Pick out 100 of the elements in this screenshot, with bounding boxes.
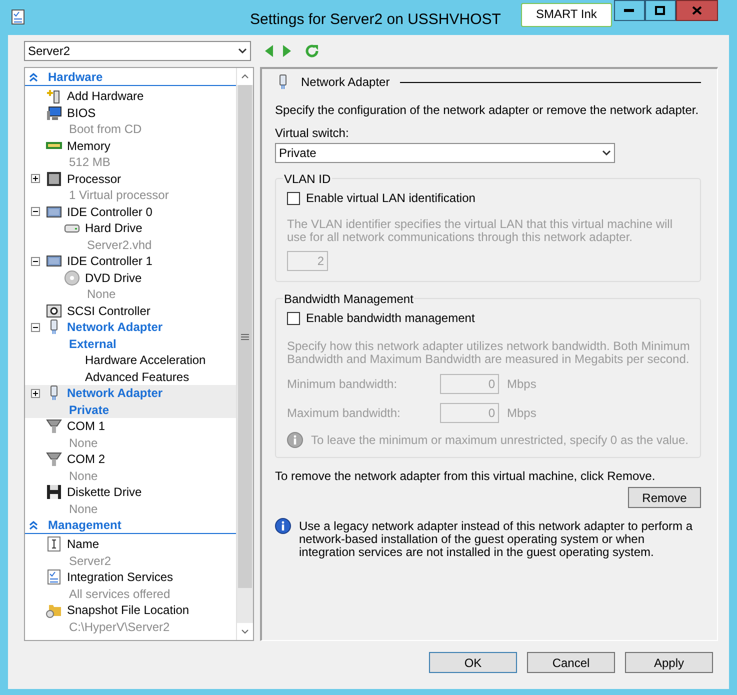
- scsi-icon: [46, 302, 62, 319]
- tree-item[interactable]: Add Hardware: [25, 88, 236, 104]
- item-label: Integration Services: [67, 569, 174, 586]
- dialog-button[interactable]: Apply: [625, 652, 713, 673]
- tree-item[interactable]: Snapshot File Location C:\HyperV\Server2: [25, 602, 236, 635]
- field-label: Minimum bandwidth:: [287, 376, 398, 393]
- item-label: SCSI Controller: [67, 302, 150, 320]
- virtual-switch-dropdown[interactable]: Private: [275, 143, 615, 163]
- item-label: Processor: [67, 170, 122, 188]
- info-text: Use a legacy network adapter instead of this network adapter to perform a network-based installation of the guest operating system or when integration services are not installed in the guest operating system.: [299, 518, 694, 559]
- bandwidth-note: To leave the minimum or maximum unrestricted, specify 0 as the value.: [311, 432, 688, 449]
- back-icon[interactable]: [265, 45, 273, 57]
- unit-label: Mbps: [507, 376, 536, 393]
- floppy-icon: [46, 484, 62, 500]
- item-label: Network Adapter: [67, 319, 163, 336]
- unit-label: Mbps: [507, 405, 536, 422]
- item-label: DVD Drive: [85, 270, 142, 287]
- info-icon: [275, 518, 291, 534]
- tree-item[interactable]: Processor 1 Virtual processor: [25, 170, 236, 204]
- tree-item[interactable]: Network Adapter Private: [25, 385, 236, 418]
- item-label: Network Adapter: [67, 385, 163, 402]
- controller-card-icon: [46, 204, 62, 220]
- item-label: Add Hardware: [67, 88, 144, 106]
- tree-item[interactable]: Diskette Drive None: [25, 484, 236, 517]
- item-detail: External: [69, 336, 116, 353]
- expand-icon[interactable]: [31, 388, 40, 398]
- item-label: Hard Drive: [85, 220, 142, 238]
- item-detail: All services offered: [69, 586, 170, 603]
- item-detail: 512 MB: [69, 154, 110, 172]
- section-header[interactable]: Hardware: [25, 69, 236, 86]
- item-detail: Server2: [69, 552, 112, 570]
- tree-item[interactable]: Hardware Acceleration: [25, 352, 236, 368]
- item-label: Hardware Acceleration: [85, 352, 206, 370]
- maximize-button[interactable]: [644, 0, 676, 21]
- settings-icon: [10, 9, 26, 25]
- checkbox-label: Enable bandwidth management: [306, 310, 475, 327]
- scroll-down-icon[interactable]: [241, 629, 249, 634]
- expand-icon[interactable]: [31, 174, 40, 184]
- remove-button[interactable]: Remove: [628, 487, 701, 508]
- refresh-icon[interactable]: [305, 44, 319, 58]
- tree-item[interactable]: COM 2 None: [25, 451, 236, 484]
- tree-item[interactable]: IDE Controller 1: [25, 253, 236, 270]
- item-label: Snapshot File Location: [67, 602, 190, 620]
- window-title: Settings for Server2 on USSHVHOST: [250, 10, 501, 30]
- scrollbar[interactable]: [236, 68, 253, 640]
- tree-item[interactable]: Name Server2: [25, 536, 236, 569]
- computer-icon: [46, 104, 62, 121]
- item-detail: Private: [69, 402, 110, 419]
- item-label: COM 2: [67, 451, 106, 468]
- item-label: Name: [67, 536, 100, 554]
- field-label: Maximum bandwidth:: [287, 405, 402, 422]
- item-label: COM 1: [67, 418, 106, 436]
- item-label: Advanced Features: [85, 368, 190, 386]
- item-detail: 1 Virtual processor: [69, 187, 169, 204]
- remove-text: To remove the network adapter from this virtual machine, click Remove.: [275, 468, 656, 485]
- collapse-icon[interactable]: [31, 322, 40, 332]
- item-detail: None: [69, 434, 98, 452]
- tree-item[interactable]: Advanced Features: [25, 368, 236, 385]
- disc-icon: [64, 270, 80, 286]
- dialog-button[interactable]: OK: [429, 652, 517, 673]
- tree-item[interactable]: BIOS Boot from CD: [25, 104, 236, 138]
- folder-icon: [46, 602, 62, 618]
- item-label: Diskette Drive: [67, 484, 142, 502]
- plug-star-icon: [46, 88, 62, 104]
- item-label: Memory: [67, 138, 110, 155]
- info-icon: [287, 432, 303, 448]
- smart-ink-button[interactable]: SMART Ink: [520, 3, 612, 27]
- controller-card-icon: [46, 253, 62, 270]
- checklist-icon: [46, 569, 62, 586]
- scroll-up-icon[interactable]: [241, 74, 249, 79]
- tree-item[interactable]: Integration Services All services offered: [25, 569, 236, 602]
- item-detail: None: [87, 286, 116, 304]
- item-label: IDE Controller 0: [67, 204, 152, 221]
- minimize-icon: [624, 9, 634, 12]
- panel-heading: Network Adapter: [301, 74, 390, 91]
- vm-selector[interactable]: Server2: [24, 41, 251, 61]
- section-header[interactable]: Management: [25, 517, 236, 534]
- tree-item[interactable]: SCSI Controller: [25, 302, 236, 319]
- intro-text: Specify the configuration of the network adapter or remove the network adapter.: [275, 102, 700, 119]
- bandwidth-description: Specify how this network adapter utilizes network bandwidth. Both Minimum Bandwidth and Maximum Bandwidth are measured in Megabits per second.: [287, 340, 691, 366]
- tree-item[interactable]: IDE Controller 0: [25, 204, 236, 220]
- minimize-button[interactable]: [614, 0, 645, 21]
- chip-icon: [46, 170, 62, 187]
- forward-icon[interactable]: [283, 45, 291, 57]
- collapse-icon[interactable]: [31, 256, 40, 266]
- tree-item[interactable]: DVD Drive None: [25, 270, 236, 302]
- collapse-icon[interactable]: [31, 207, 40, 216]
- close-button[interactable]: [676, 0, 718, 21]
- item-detail: Server2.vhd: [87, 236, 152, 254]
- checkbox-label: Enable virtual LAN identification: [306, 190, 476, 207]
- item-label: BIOS: [67, 104, 96, 122]
- tree-item[interactable]: Memory 512 MB: [25, 138, 236, 170]
- tree-item[interactable]: COM 1 None: [25, 418, 236, 451]
- tree-item[interactable]: Network Adapter External: [25, 319, 236, 352]
- collapse-icon: [29, 520, 38, 530]
- close-icon: [692, 6, 702, 15]
- dialog-button[interactable]: Cancel: [527, 652, 615, 673]
- tree-item[interactable]: Hard Drive Server2.vhd: [25, 220, 236, 253]
- item-detail: None: [69, 500, 98, 518]
- grip-icon: [241, 334, 249, 340]
